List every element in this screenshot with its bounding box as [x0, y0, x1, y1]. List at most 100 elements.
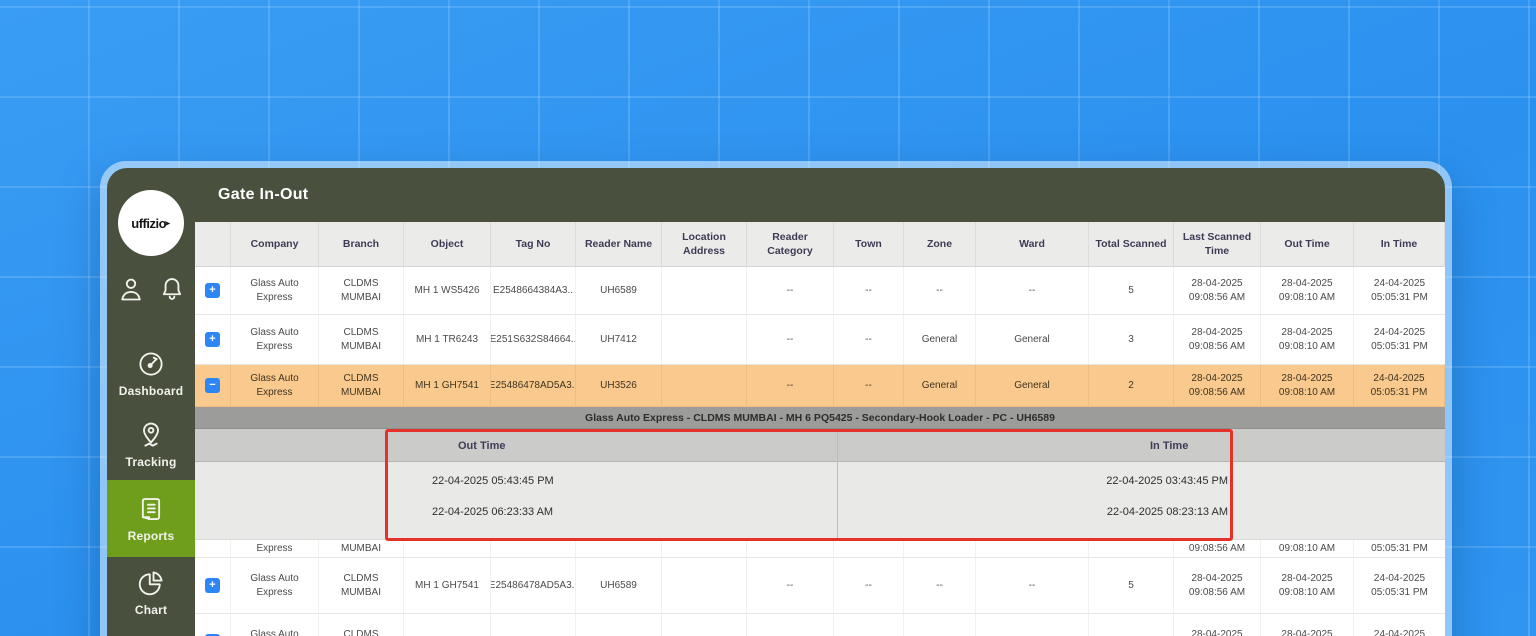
- table-row-partial: Express MUMBAI 09:08:56 AM 09:08:10 AM 0…: [195, 540, 1445, 558]
- cell-zone: [904, 540, 976, 558]
- cell-company: Glass Auto Express: [231, 365, 319, 407]
- cell-object: MH 1 TR6243: [404, 315, 491, 365]
- cell-reader-name: UH7412: [576, 315, 662, 365]
- cell-reader-name: UH6589: [576, 558, 662, 614]
- sidebar-item-dashboard[interactable]: Dashboard: [107, 338, 195, 409]
- cell-tag-no: E251S632S84664..: [491, 315, 576, 365]
- cell-company: Express: [231, 540, 319, 558]
- report-doc-icon: [136, 494, 166, 524]
- expand-button[interactable]: +: [205, 578, 220, 593]
- cell-last-scanned-time: 28-04-2025 09:08:56 AM: [1174, 365, 1261, 407]
- cell-ward: --: [976, 558, 1089, 614]
- bell-icon[interactable]: [158, 275, 186, 303]
- gauge-icon: [136, 349, 166, 379]
- cell-out-time: 09:08:10 AM: [1261, 540, 1354, 558]
- cell-out-time: 28-04-2025 09:08:10 AM: [1261, 365, 1354, 407]
- cell-tag-no: E2548664384A3..: [491, 267, 576, 315]
- sidebar-item-reports[interactable]: Reports: [107, 480, 195, 557]
- header-last-scanned-time: Last Scanned Time: [1174, 222, 1261, 267]
- cell-branch: CLDMS MUMBAI: [319, 365, 404, 407]
- group-header-band: Glass Auto Express - CLDMS MUMBAI - MH 6…: [195, 407, 1445, 429]
- cell-ward: --: [976, 614, 1089, 636]
- cell-out-time: 28-04-2025 09:08:10 AM: [1261, 315, 1354, 365]
- cell-object: [404, 540, 491, 558]
- cell-branch: MUMBAI: [319, 540, 404, 558]
- cell-total-scanned: 5: [1089, 558, 1174, 614]
- cell-town: --: [834, 267, 904, 315]
- expand-cell: +: [195, 558, 231, 614]
- table-row: + Glass Auto Express CLDMS MUMBAI MH 1 W…: [195, 267, 1445, 315]
- cell-object: MH 1 GH7541: [404, 614, 491, 636]
- cell-last-scanned-time: 28-04-2025 09:08:56 AM: [1174, 558, 1261, 614]
- cell-location-address: [662, 540, 747, 558]
- header-out-time: Out Time: [1261, 222, 1354, 267]
- cell-total-scanned: 5: [1089, 614, 1174, 636]
- table-row-expanded: − Glass Auto Express CLDMS MUMBAI MH 1 G…: [195, 365, 1445, 407]
- header-total-scanned: Total Scanned: [1089, 222, 1174, 267]
- cell-town: --: [834, 558, 904, 614]
- cell-town: --: [834, 614, 904, 636]
- cell-total-scanned: 5: [1089, 267, 1174, 315]
- table-row: + Glass Auto Express CLDMS MUMBAI MH 1 G…: [195, 614, 1445, 636]
- sidebar-item-label: Reports: [128, 529, 175, 543]
- cell-tag-no: E25486478AD5A3..: [491, 558, 576, 614]
- details-row: 22-04-2025 06:23:33 AM 22-04-2025 08:23:…: [195, 506, 1445, 528]
- cell-ward: --: [976, 267, 1089, 315]
- details-out-time-value: 22-04-2025 06:23:33 AM: [432, 506, 553, 518]
- cell-zone: General: [904, 315, 976, 365]
- expand-button[interactable]: +: [205, 332, 220, 347]
- cell-zone: General: [904, 365, 976, 407]
- sidebar-item-tracking[interactable]: Tracking: [107, 409, 195, 480]
- user-icon[interactable]: [117, 275, 145, 303]
- cell-town: [834, 540, 904, 558]
- cell-last-scanned-time: 28-04-2025 09:08:56 AM: [1174, 267, 1261, 315]
- cell-out-time: 28-04-2025 09:08:10 AM: [1261, 267, 1354, 315]
- cell-in-time: 24-04-2025 05:05:31 PM: [1354, 267, 1445, 315]
- sidebar-item-chart[interactable]: Chart: [107, 557, 195, 628]
- cell-in-time: 24-04-2025 05:05:31 PM: [1354, 614, 1445, 636]
- page-title: Gate In-Out: [218, 186, 308, 204]
- table-row: + Glass Auto Express CLDMS MUMBAI MH 1 G…: [195, 558, 1445, 614]
- cell-reader-category: --: [747, 558, 834, 614]
- cell-last-scanned-time: 28-04-2025 09:08:56 AM: [1174, 315, 1261, 365]
- header-reader-name: Reader Name: [576, 222, 662, 267]
- cell-town: --: [834, 365, 904, 407]
- cell-location-address: [662, 315, 747, 365]
- cell-tag-no: [491, 540, 576, 558]
- details-out-time-header: Out Time: [458, 429, 505, 462]
- cell-in-time: 05:05:31 PM: [1354, 540, 1445, 558]
- sidebar-item-label: Tracking: [126, 455, 177, 469]
- cell-reader-name: UH6589: [576, 614, 662, 636]
- header-reader-category: Reader Category: [747, 222, 834, 267]
- header-branch: Branch: [319, 222, 404, 267]
- table-row: + Glass Auto Express CLDMS MUMBAI MH 1 T…: [195, 315, 1445, 365]
- cell-in-time: 24-04-2025 05:05:31 PM: [1354, 315, 1445, 365]
- cell-in-time: 24-04-2025 05:05:31 PM: [1354, 558, 1445, 614]
- header-location-address: Location Address: [662, 222, 747, 267]
- cell-zone: --: [904, 267, 976, 315]
- cell-object: MH 1 GH7541: [404, 558, 491, 614]
- cell-total-scanned: 2: [1089, 365, 1174, 407]
- table-header-row: Company Branch Object Tag No Reader Name…: [195, 222, 1445, 267]
- expand-cell: +: [195, 614, 231, 636]
- uffizio-logo: uffizio➤: [118, 190, 184, 256]
- header-ward: Ward: [976, 222, 1089, 267]
- header-company: Company: [231, 222, 319, 267]
- expand-cell: +: [195, 315, 231, 365]
- cell-total-scanned: [1089, 540, 1174, 558]
- cell-total-scanned: 3: [1089, 315, 1174, 365]
- details-in-time-value: 22-04-2025 03:43:45 PM: [1106, 475, 1228, 487]
- cell-zone: --: [904, 614, 976, 636]
- collapse-button[interactable]: −: [205, 378, 220, 393]
- sidebar: uffizio➤ Dashboard Tracking Reports: [107, 168, 195, 636]
- cell-reader-category: --: [747, 315, 834, 365]
- cell-tag-no: E25486478AD5A3..: [491, 614, 576, 636]
- cell-reader-category: [747, 540, 834, 558]
- sidebar-item-label: Dashboard: [119, 384, 183, 398]
- cell-reader-category: --: [747, 267, 834, 315]
- expand-button[interactable]: +: [205, 283, 220, 298]
- cell-reader-name: UH6589: [576, 267, 662, 315]
- pie-chart-icon: [136, 568, 166, 598]
- cell-branch: CLDMS MUMBAI: [319, 267, 404, 315]
- details-column-divider: [837, 429, 838, 539]
